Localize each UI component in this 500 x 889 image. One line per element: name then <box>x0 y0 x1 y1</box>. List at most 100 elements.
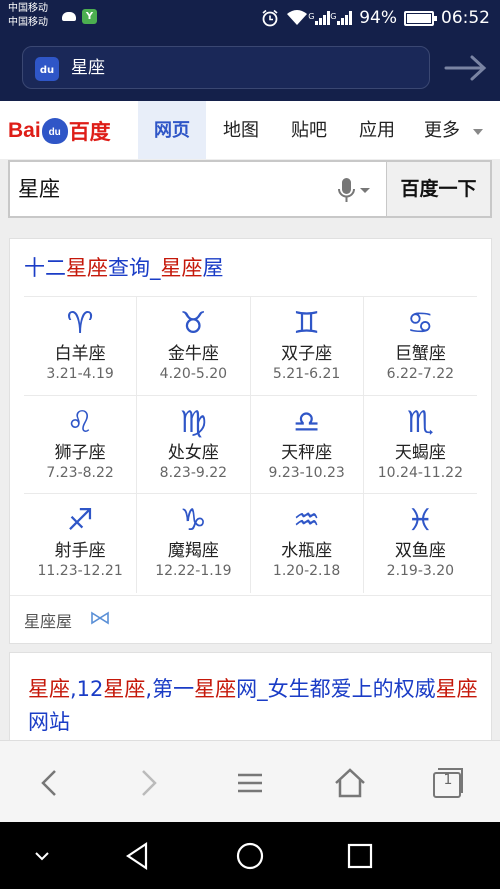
search-input[interactable]: 星座 <box>18 176 60 202</box>
result-1-title[interactable]: 十二星座查询_星座屋 <box>24 253 224 283</box>
title-text: ,第一 <box>145 677 195 701</box>
highlight-term: 星座 <box>435 677 478 701</box>
bow-icon <box>91 611 109 625</box>
logo-bai: Bai <box>8 119 41 142</box>
result-1-source[interactable]: 星座屋 <box>24 608 72 632</box>
carrier-1: 中国移动 <box>8 3 48 14</box>
chevron-down-icon[interactable] <box>472 128 484 136</box>
browser-toolbar <box>0 740 500 822</box>
zodiac-sign-icon: ♊︎ <box>293 306 321 341</box>
tab-apps[interactable]: 应用 <box>344 101 410 159</box>
zodiac-dates: 2.19-3.20 <box>386 563 455 580</box>
tab-map[interactable]: 地图 <box>208 101 274 159</box>
battery-percent: 94% <box>359 8 397 28</box>
zodiac-sign-icon: ♌︎ <box>66 404 94 440</box>
zodiac-cell[interactable]: ♊︎ 双子座 5.21-6.21 <box>250 297 364 396</box>
title-text: 网_女生都爱上的权威 <box>236 677 436 701</box>
system-home-icon[interactable] <box>232 838 268 874</box>
title-text: 网站 <box>28 710 70 734</box>
zodiac-dates: 1.20-2.18 <box>272 563 341 580</box>
zodiac-cell[interactable]: ♒︎ 水瓶座 1.20-2.18 <box>251 494 364 593</box>
app-notification-icon: Y <box>82 9 97 24</box>
zodiac-name: 处女座 <box>167 442 219 463</box>
zodiac-sign-icon: ♒︎ <box>293 503 321 539</box>
clock: 06:52 <box>441 8 490 28</box>
browser-url-bar: du 星座 <box>0 36 500 101</box>
tab-count: 1 <box>443 772 453 788</box>
wifi-icon <box>287 10 308 25</box>
zodiac-sign-icon: ♎︎ <box>293 404 321 440</box>
alarm-icon <box>262 9 278 27</box>
home-icon[interactable] <box>330 763 370 803</box>
tab-more[interactable]: 更多 <box>418 101 466 159</box>
result-1-footer: 星座屋 <box>10 595 491 643</box>
baidu-logo[interactable]: Bai du 百度 <box>8 116 111 146</box>
cloud-icon <box>62 12 76 21</box>
zodiac-name: 白羊座 <box>54 344 106 364</box>
zodiac-sign-icon: ♑︎ <box>179 503 207 539</box>
zodiac-name: 射手座 <box>54 541 106 562</box>
zodiac-sign-icon: ♏︎ <box>406 404 434 440</box>
highlight-term: 星座 <box>28 677 70 701</box>
site-favicon: du <box>35 57 59 81</box>
highlight-term: 星座 <box>103 677 146 701</box>
zodiac-cell[interactable]: ♏︎ 天蝎座 10.24-11.22 <box>363 396 477 495</box>
zodiac-cell[interactable]: ♍︎ 处女座 8.23-9.22 <box>137 395 251 495</box>
system-recents-icon[interactable] <box>342 838 378 874</box>
system-back-icon[interactable] <box>120 838 156 874</box>
battery-icon <box>404 10 437 26</box>
status-bar: 中国移动 中国移动 Y G G 94% 06:52 <box>0 0 500 36</box>
system-navigation-bar <box>0 822 500 889</box>
highlight-term: 星座 <box>194 677 237 701</box>
zodiac-name: 狮子座 <box>54 442 106 463</box>
result-card-zodiac: 十二星座查询_星座屋 ♈︎ 白羊座 3.21-4.19 ♉︎ 金牛座 4.20-5.20 ♊… <box>9 238 492 644</box>
zodiac-name: 天秤座 <box>281 442 333 463</box>
back-icon[interactable] <box>30 763 70 803</box>
zodiac-sign-icon: ♈︎ <box>66 306 94 341</box>
zodiac-sign-icon: ♋︎ <box>406 306 434 341</box>
hide-nav-chevron-icon[interactable] <box>24 838 60 874</box>
result-card-2: 星座,12星座,第一星座网_女生都爱上的权威星座网站 <box>9 652 492 752</box>
title-text: 屋 <box>202 256 224 280</box>
zodiac-name: 魔羯座 <box>167 541 219 562</box>
zodiac-name: 水瓶座 <box>281 541 333 562</box>
result-2-title[interactable]: 星座,12星座,第一星座网_女生都爱上的权威星座网站 <box>28 673 478 739</box>
zodiac-cell[interactable]: ♑︎ 魔羯座 12.22-1.19 <box>137 494 251 593</box>
tab-web[interactable]: 网页 <box>138 101 206 159</box>
zodiac-dates: 9.23-10.23 <box>268 464 345 481</box>
zodiac-cell[interactable]: ♓︎ 双鱼座 2.19-3.20 <box>364 494 477 593</box>
zodiac-dates: 11.23-12.21 <box>37 563 123 580</box>
zodiac-name: 金牛座 <box>167 344 219 364</box>
forward-icon[interactable] <box>128 763 168 803</box>
microphone-icon[interactable] <box>334 176 376 204</box>
zodiac-name: 巨蟹座 <box>394 344 446 364</box>
title-text: ,12 <box>70 677 104 701</box>
url-field[interactable]: du 星座 <box>22 46 430 89</box>
zodiac-cell[interactable]: ♎︎ 天秤座 9.23-10.23 <box>250 395 364 495</box>
title-text: 查询_ <box>108 256 161 280</box>
baidu-header: Bai du 百度 网页 地图 贴吧 应用 更多 <box>0 101 500 159</box>
signal-icon-1: G <box>308 11 331 25</box>
zodiac-dates: 6.22-7.22 <box>386 366 455 382</box>
zodiac-sign-icon: ♍︎ <box>179 404 207 440</box>
zodiac-cell[interactable]: ♉︎ 金牛座 4.20-5.20 <box>137 297 251 396</box>
zodiac-cell[interactable]: ♈︎ 白羊座 3.21-4.19 <box>24 297 138 396</box>
menu-icon[interactable] <box>230 763 270 803</box>
zodiac-dates: 4.20-5.20 <box>159 366 228 382</box>
logo-paw: du <box>41 118 68 144</box>
zodiac-sign-icon: ♉︎ <box>179 306 207 341</box>
highlight-term: 星座 <box>160 256 203 280</box>
zodiac-cell[interactable]: ♌︎ 狮子座 7.23-8.22 <box>24 395 138 495</box>
zodiac-cell[interactable]: ♐︎ 射手座 11.23-12.21 <box>24 494 138 593</box>
tab-tieba[interactable]: 贴吧 <box>276 101 342 159</box>
go-arrow-icon[interactable] <box>444 54 488 82</box>
zodiac-dates: 10.24-11.22 <box>377 464 463 481</box>
zodiac-dates: 7.23-8.22 <box>46 464 114 481</box>
zodiac-name: 天蝎座 <box>394 442 446 463</box>
search-button[interactable]: 百度一下 <box>386 162 490 216</box>
title-text: 十二 <box>24 256 66 280</box>
carrier-2: 中国移动 <box>8 17 48 28</box>
zodiac-dates: 12.22-1.19 <box>155 563 232 580</box>
zodiac-cell[interactable]: ♋︎ 巨蟹座 6.22-7.22 <box>363 297 477 396</box>
highlight-term: 星座 <box>66 256 108 280</box>
